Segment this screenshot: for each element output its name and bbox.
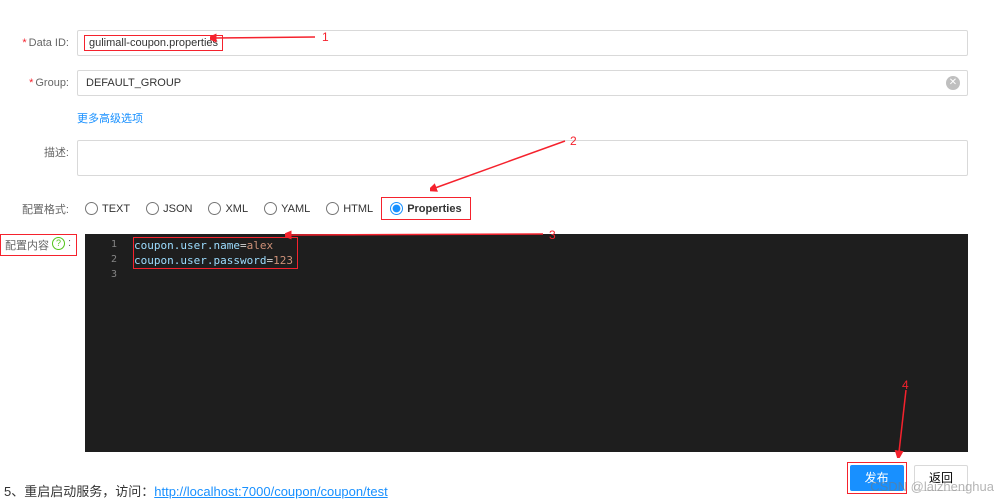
row-data-id: *Data ID: gulimall-coupon.properties: [0, 30, 1004, 56]
label-content: 配置内容: [5, 237, 49, 253]
row-content: 配置内容 ? : 123 coupon.user.name=alexcoupon…: [0, 234, 1004, 452]
help-icon[interactable]: ?: [52, 237, 65, 250]
desc-input[interactable]: [77, 140, 968, 176]
format-option-text[interactable]: TEXT: [77, 198, 138, 219]
format-option-properties[interactable]: Properties: [381, 197, 470, 220]
group-input[interactable]: [77, 70, 968, 96]
row-format: 配置格式: TEXTJSONXMLYAMLHTMLProperties: [0, 197, 1004, 220]
label-data-id: Data ID:: [29, 37, 69, 49]
code-editor[interactable]: 123 coupon.user.name=alexcoupon.user.pas…: [85, 234, 968, 452]
format-option-xml[interactable]: XML: [200, 198, 256, 219]
footer-link[interactable]: http://localhost:7000/coupon/coupon/test: [154, 484, 387, 499]
row-group: *Group: ✕: [0, 70, 1004, 96]
advanced-link[interactable]: 更多高级选项: [77, 113, 143, 125]
format-option-html[interactable]: HTML: [318, 198, 381, 219]
label-desc: 描述:: [44, 147, 69, 159]
format-radio-group[interactable]: TEXTJSONXMLYAMLHTMLProperties: [77, 197, 968, 220]
row-advanced: 更多高级选项: [0, 110, 1004, 126]
label-format: 配置格式:: [22, 204, 69, 216]
label-group: Group:: [35, 77, 69, 89]
row-desc: 描述:: [0, 140, 1004, 179]
format-option-yaml[interactable]: YAML: [256, 198, 318, 219]
footer-text: 5、重启启动服务，访问：http://localhost:7000/coupon…: [4, 481, 388, 500]
clear-icon[interactable]: ✕: [946, 76, 960, 90]
watermark: CSDN @laizhenghua: [870, 479, 994, 494]
format-option-json[interactable]: JSON: [138, 198, 200, 219]
data-id-input[interactable]: gulimall-coupon.properties: [84, 35, 223, 51]
